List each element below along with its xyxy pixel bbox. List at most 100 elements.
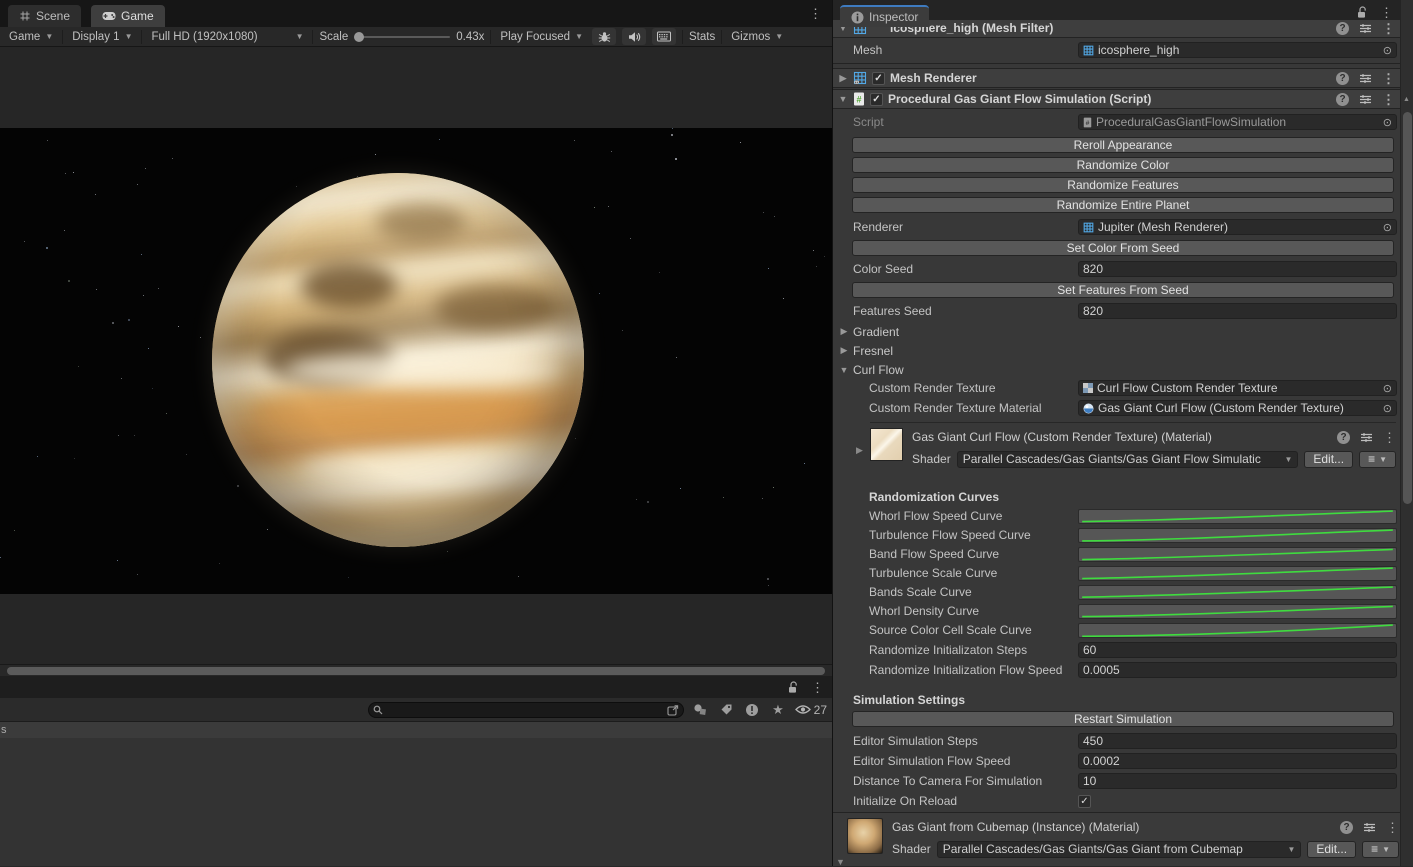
help-icon[interactable]: ? — [1336, 72, 1349, 85]
presets-icon[interactable] — [1360, 432, 1373, 443]
component-header-mesh-renderer[interactable]: ▶ ✓ Mesh Renderer ? ⋮ — [833, 68, 1400, 88]
game-viewport[interactable] — [0, 47, 832, 664]
material-preview-thumbnail[interactable] — [847, 818, 883, 854]
object-picker-icon[interactable]: ⊙ — [1383, 382, 1392, 395]
randomize-entire-planet-button[interactable]: Randomize Entire Planet — [852, 197, 1394, 213]
script-object-field[interactable]: # ProceduralGasGiantFlowSimulation ⊙ — [1078, 114, 1397, 130]
search-field[interactable] — [368, 702, 684, 718]
shader-list-button[interactable]: ≡ ▼ — [1362, 841, 1399, 858]
material-menu-icon[interactable]: ⋮ — [1386, 821, 1399, 834]
randomize-steps-input[interactable]: 60 — [1078, 642, 1397, 658]
initialize-on-reload-checkbox[interactable]: ✓ — [1078, 795, 1091, 808]
curve-field[interactable] — [1078, 604, 1397, 619]
resolution-dropdown[interactable]: Full HD (1920x1080)▼ — [148, 31, 306, 43]
tab-scene[interactable]: Scene — [8, 5, 81, 27]
material-menu-icon[interactable]: ⋮ — [1383, 431, 1396, 444]
curve-field[interactable] — [1078, 509, 1397, 524]
unlock-icon[interactable] — [1356, 6, 1368, 19]
help-icon[interactable]: ? — [1336, 93, 1349, 106]
horizontal-scrollbar[interactable] — [0, 664, 832, 676]
material-preview-thumbnail[interactable] — [870, 428, 903, 461]
debug-bug-toggle[interactable] — [592, 28, 616, 45]
curve-field[interactable] — [1078, 528, 1397, 543]
foldout-curl-flow[interactable]: ▼ Curl Flow — [833, 360, 1400, 379]
vertical-scrollbar-thumb[interactable] — [1403, 112, 1412, 504]
stats-toggle[interactable]: Stats — [689, 31, 715, 43]
curve-field[interactable] — [1078, 623, 1397, 638]
set-color-from-seed-button[interactable]: Set Color From Seed — [852, 240, 1394, 256]
filter-by-label-button[interactable] — [716, 700, 736, 719]
unlock-icon[interactable] — [787, 681, 799, 694]
help-icon[interactable]: ? — [1340, 821, 1353, 834]
search-input[interactable] — [387, 703, 663, 717]
open-search-window-icon[interactable] — [667, 705, 679, 716]
object-picker-icon[interactable]: ⊙ — [1383, 116, 1392, 129]
component-menu-icon[interactable]: ⋮ — [1382, 72, 1395, 85]
object-picker-icon[interactable]: ⊙ — [1383, 402, 1392, 415]
game-window-menu-icon[interactable]: ⋮ — [809, 7, 822, 20]
keyboard-shortcuts-toggle[interactable] — [652, 28, 676, 45]
play-focused-dropdown[interactable]: Play Focused▼ — [497, 31, 586, 43]
reroll-appearance-button[interactable]: Reroll Appearance — [852, 137, 1394, 153]
scale-slider-knob[interactable] — [354, 32, 364, 42]
foldout-icon[interactable]: ▶ — [838, 73, 848, 84]
foldout-icon[interactable]: ▶ — [856, 445, 863, 456]
visibility-counter[interactable]: 27 — [795, 700, 827, 719]
object-picker-icon[interactable]: ⊙ — [1383, 221, 1392, 234]
display-dropdown[interactable]: Display 1▼ — [69, 31, 135, 43]
shader-dropdown[interactable]: Parallel Cascades/Gas Giants/Gas Giant f… — [937, 841, 1302, 858]
scroll-up-arrow[interactable]: ▲ — [1403, 96, 1410, 103]
custom-render-texture-material-field[interactable]: Gas Giant Curl Flow (Custom Render Textu… — [1078, 400, 1397, 416]
editor-simulation-flow-speed-input[interactable]: 0.0002 — [1078, 753, 1397, 769]
shader-dropdown[interactable]: Parallel Cascades/Gas Giants/Gas Giant F… — [957, 451, 1299, 468]
component-menu-icon[interactable]: ⋮ — [1382, 22, 1395, 35]
game-mode-dropdown[interactable]: Game▼ — [6, 31, 56, 43]
tab-inspector[interactable]: Inspector — [840, 5, 929, 27]
mute-audio-toggle[interactable] — [622, 28, 646, 45]
vertical-scrollbar[interactable]: ▲ — [1400, 0, 1413, 866]
component-menu-icon[interactable]: ⋮ — [1382, 93, 1395, 106]
shader-edit-button[interactable]: Edit... — [1304, 451, 1353, 468]
presets-icon[interactable] — [1359, 73, 1372, 84]
randomize-features-button[interactable]: Randomize Features — [852, 177, 1394, 193]
custom-render-texture-field[interactable]: Curl Flow Custom Render Texture ⊙ — [1078, 380, 1397, 396]
curve-field[interactable] — [1078, 547, 1397, 562]
mesh-object-field[interactable]: icosphere_high ⊙ — [1078, 42, 1397, 58]
divider — [141, 30, 142, 44]
foldout-gradient[interactable]: ▶ Gradient — [833, 322, 1400, 341]
features-seed-input[interactable]: 820 — [1078, 303, 1397, 319]
filter-by-type-button[interactable] — [690, 700, 710, 719]
object-picker-icon[interactable]: ⊙ — [1383, 44, 1392, 57]
help-icon[interactable]: ? — [1337, 431, 1350, 444]
enabled-checkbox[interactable]: ✓ — [870, 93, 883, 106]
project-window-menu-icon[interactable]: ⋮ — [811, 681, 824, 694]
horizontal-scrollbar-thumb[interactable] — [7, 667, 825, 675]
randomize-flow-speed-input[interactable]: 0.0005 — [1078, 662, 1397, 678]
help-icon[interactable]: ? — [1336, 22, 1349, 35]
favorites-button[interactable]: ★ — [768, 700, 788, 719]
restart-simulation-button[interactable]: Restart Simulation — [852, 711, 1394, 727]
color-seed-input[interactable]: 820 — [1078, 261, 1397, 277]
foldout-icon[interactable]: ▼ — [838, 94, 848, 104]
gizmos-dropdown[interactable]: Gizmos▼ — [728, 31, 786, 43]
shader-edit-button[interactable]: Edit... — [1307, 841, 1356, 858]
enabled-checkbox[interactable]: ✓ — [872, 72, 885, 85]
distance-to-camera-input[interactable]: 10 — [1078, 773, 1397, 789]
hidden-packages-button[interactable] — [742, 700, 762, 719]
curve-field[interactable] — [1078, 566, 1397, 581]
curve-field[interactable] — [1078, 585, 1397, 600]
shader-list-button[interactable]: ≡ ▼ — [1359, 451, 1396, 468]
set-features-from-seed-button[interactable]: Set Features From Seed — [852, 282, 1394, 298]
foldout-fresnel[interactable]: ▶ Fresnel — [833, 341, 1400, 360]
randomize-color-button[interactable]: Randomize Color — [852, 157, 1394, 173]
game-render-surface[interactable] — [0, 128, 832, 594]
component-header-script[interactable]: ▼ # ✓ Procedural Gas Giant Flow Simulati… — [833, 89, 1400, 109]
presets-icon[interactable] — [1359, 23, 1372, 34]
tab-game[interactable]: Game — [91, 5, 165, 27]
scale-slider[interactable] — [354, 36, 450, 38]
renderer-object-field[interactable]: Jupiter (Mesh Renderer) ⊙ — [1078, 219, 1397, 235]
presets-icon[interactable] — [1359, 94, 1372, 105]
presets-icon[interactable] — [1363, 822, 1376, 833]
editor-simulation-steps-input[interactable]: 450 — [1078, 733, 1397, 749]
inspector-window-menu-icon[interactable]: ⋮ — [1380, 6, 1393, 19]
